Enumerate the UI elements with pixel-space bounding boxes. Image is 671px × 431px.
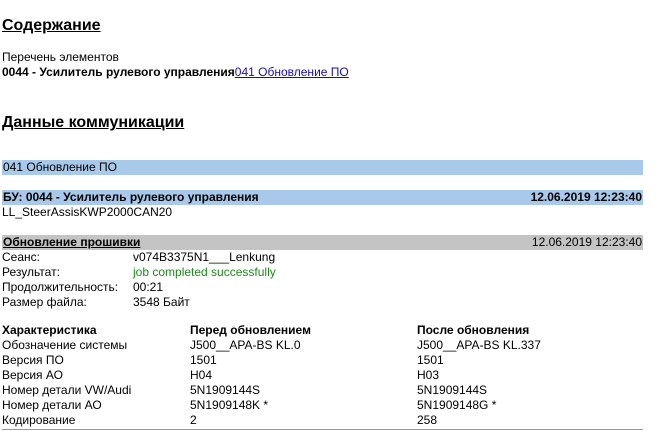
table-row-label: Кодирование [2, 413, 76, 427]
section-bar-software-update: 041 Обновление ПО [2, 160, 643, 175]
ecu-variant: LL_SteerAssisKWP2000CAN20 [2, 205, 173, 219]
software-update-link[interactable]: 041 Обновление ПО [235, 65, 349, 79]
table-row-before: J500__APA-BS KL.0 [190, 338, 301, 352]
table-row-after: 5N1909148G * [417, 398, 497, 412]
table-row-label: Обозначение системы [2, 338, 128, 352]
filesize-value: 3548 Байт [133, 295, 190, 309]
duration-label: Продолжительность: [2, 280, 119, 294]
table-row-after: 1501 [417, 353, 444, 367]
section-title: 041 Обновление ПО [3, 160, 117, 174]
flash-update-timestamp: 12.06.2019 12:23:40 [531, 235, 642, 249]
table-row-after: 5N1909144S [417, 383, 488, 397]
table-row-before: 5N1909148K * [190, 398, 269, 412]
ecu-entry-name: 0044 - Усилитель рулевого управления [2, 65, 235, 79]
table-row-before: 2 [190, 413, 197, 427]
table-header-before: Перед обновлением [190, 323, 311, 337]
element-list-label: Перечень элементов [2, 50, 119, 64]
table-row-after: H03 [417, 368, 440, 382]
result-label: Результат: [2, 265, 60, 279]
table-row-label: Версия АО [2, 368, 63, 382]
flash-update-bar: Обновление прошивки 12.06.2019 12:23:40 [2, 235, 643, 250]
table-row-label: Номер детали VW/Audi [2, 383, 132, 397]
report-page: Содержание Перечень элементов 0044 - Уси… [0, 0, 671, 431]
table-row-label: Версия ПО [2, 353, 64, 367]
ecu-header-timestamp: 12.06.2019 12:23:40 [530, 190, 642, 204]
table-row-label: Номер детали АО [2, 398, 102, 412]
table-header-characteristic: Характеристика [2, 323, 97, 337]
table-row-after: J500__APA-BS KL.337 [417, 338, 541, 352]
table-bottom-divider [2, 429, 643, 430]
communication-heading: Данные коммуникации [2, 114, 185, 131]
ecu-header-bar: БУ: 0044 - Усилитель рулевого управления… [2, 190, 643, 205]
contents-heading: Содержание [2, 17, 101, 34]
table-row-before: 1501 [190, 353, 217, 367]
filesize-label: Размер файла: [2, 295, 87, 309]
table-row-before: H04 [190, 368, 213, 382]
result-value: job completed successfully [133, 265, 276, 279]
table-header-after: После обновления [417, 323, 530, 337]
session-label: Сеанс: [2, 250, 40, 264]
flash-update-title: Обновление прошивки [3, 235, 141, 249]
ecu-header-title: БУ: 0044 - Усилитель рулевого управления [3, 190, 259, 204]
ecu-entry-line: 0044 - Усилитель рулевого управления041 … [2, 65, 349, 80]
table-row-after: 258 [417, 413, 438, 427]
duration-value: 00:21 [133, 280, 164, 294]
session-value: v074B3375N1___Lenkung [133, 250, 276, 264]
table-row-before: 5N1909144S [190, 383, 261, 397]
